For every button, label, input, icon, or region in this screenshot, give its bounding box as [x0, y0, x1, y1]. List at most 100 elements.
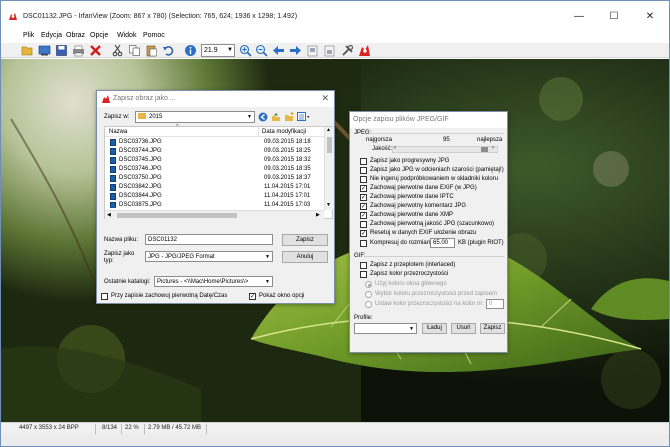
- gif-interlaced-checkbox[interactable]: [360, 262, 367, 269]
- menu-obraz[interactable]: Obraz: [66, 32, 85, 39]
- scroll-thumb[interactable]: [117, 213, 237, 218]
- cancel-button[interactable]: Anuluj: [282, 251, 328, 263]
- jpeg-option-checkbox[interactable]: [360, 176, 367, 183]
- load-profile-button[interactable]: Ładuj: [422, 323, 447, 334]
- close-icon[interactable]: ✕: [321, 93, 329, 104]
- save-icon[interactable]: [55, 44, 68, 57]
- quality-slider-thumb[interactable]: [481, 147, 488, 152]
- radio-color-index[interactable]: [365, 301, 372, 308]
- scroll-thumb[interactable]: [327, 137, 332, 153]
- profile-dropdown[interactable]: ▼: [354, 323, 417, 334]
- slideshow-icon[interactable]: [38, 44, 51, 57]
- jpeg-option-checkbox[interactable]: [360, 158, 367, 165]
- delete-icon[interactable]: [89, 44, 102, 57]
- scroll-up-icon[interactable]: ▲: [326, 127, 331, 133]
- previous-icon[interactable]: [272, 44, 285, 57]
- file-row[interactable]: DSC03746.JPG 09.03.2015 18:35: [105, 165, 332, 174]
- radio-main-window-color-label: Użyj koloru okna głównego: [375, 281, 447, 287]
- file-row[interactable]: DSC03745.JPG 09.03.2015 18:32: [105, 156, 332, 165]
- file-name: DSC03842.JPG: [119, 184, 162, 190]
- settings-icon[interactable]: [341, 44, 354, 57]
- open-folder-icon[interactable]: [21, 44, 34, 57]
- delete-profile-button[interactable]: Usuń: [451, 323, 476, 334]
- save-button[interactable]: Zapisz: [282, 234, 328, 246]
- jpeg-option-checkbox[interactable]: ✓: [360, 194, 367, 201]
- save-profile-button[interactable]: Zapisz: [480, 323, 505, 334]
- menu-pomoc[interactable]: Pomoc: [143, 32, 165, 39]
- file-list[interactable]: Nazwa ^ Data modyfikacji DSC03736.JPG 09.…: [104, 124, 333, 219]
- menu-widok[interactable]: Widok: [117, 32, 136, 39]
- minimize-button[interactable]: —: [566, 8, 592, 26]
- maximize-button[interactable]: ☐: [601, 8, 627, 26]
- jpeg-option-checkbox[interactable]: [360, 221, 367, 228]
- group-divider: [366, 256, 504, 257]
- radio-main-window-color[interactable]: [365, 281, 372, 288]
- vertical-scrollbar[interactable]: ▲ ▼: [324, 127, 333, 210]
- keep-date-checkbox[interactable]: [101, 293, 108, 300]
- slider-left-icon: ‹: [394, 145, 396, 151]
- gif-transparent-checkbox[interactable]: [360, 271, 367, 278]
- file-row[interactable]: DSC03744.JPG 09.03.2015 18:25: [105, 147, 332, 156]
- scroll-down-icon[interactable]: ▼: [326, 202, 331, 208]
- next-icon[interactable]: [289, 44, 302, 57]
- compress-checkbox[interactable]: [360, 240, 367, 247]
- save-in-dropdown[interactable]: 2015 ▼: [135, 111, 255, 123]
- jpeg-option-checkbox[interactable]: ✓: [360, 212, 367, 219]
- file-row[interactable]: DSC03875.JPG 11.04.2015 17:03: [105, 201, 332, 208]
- sort-arrow-icon: ^: [176, 124, 179, 130]
- column-date[interactable]: Data modyfikacji: [262, 129, 306, 135]
- filename-input[interactable]: DSC01132: [145, 234, 273, 245]
- horizontal-scrollbar[interactable]: ◀ ▶: [105, 210, 324, 219]
- jpeg-option-label: Zachowaj pierwotne dane XMP: [370, 212, 454, 218]
- file-row[interactable]: DSC03844.JPG 11.04.2015 17:01: [105, 192, 332, 201]
- group-divider: [370, 133, 504, 134]
- recent-folders-dropdown[interactable]: Pictures - <\\Mac\Home\Pictures\> ▼: [154, 276, 273, 287]
- file-date: 11.04.2015 17:03: [264, 202, 311, 208]
- show-options-label: Pokaż okno opcji: [259, 293, 305, 299]
- paste-icon[interactable]: [145, 44, 158, 57]
- radio-pick-color[interactable]: [365, 291, 372, 298]
- close-button[interactable]: ✕: [637, 8, 663, 26]
- file-row[interactable]: DSC03842.JPG 11.04.2015 17:01: [105, 183, 332, 192]
- file-row[interactable]: DSC03736.JPG 09.03.2015 18:18: [105, 138, 332, 147]
- menu-bar: Plik Edycja Obraz Opcje Widok Pomoc: [1, 31, 669, 43]
- show-options-checkbox[interactable]: ✓: [249, 293, 256, 300]
- back-icon[interactable]: [258, 112, 268, 122]
- jpeg-option-checkbox[interactable]: ✓: [360, 230, 367, 237]
- menu-edycja[interactable]: Edycja: [41, 32, 62, 39]
- scroll-left-icon[interactable]: ◀: [107, 212, 111, 218]
- last-page-icon[interactable]: [323, 44, 336, 57]
- view-menu-icon[interactable]: [297, 112, 310, 122]
- scroll-right-icon[interactable]: ▶: [316, 212, 320, 218]
- first-page-icon[interactable]: [306, 44, 319, 57]
- new-folder-icon[interactable]: [284, 112, 294, 122]
- jpeg-option-checkbox[interactable]: ✓: [360, 203, 367, 210]
- chevron-down-icon: ▼: [265, 279, 270, 285]
- cut-icon[interactable]: [111, 44, 124, 57]
- irfanview-logo-icon[interactable]: [358, 44, 371, 57]
- zoom-out-icon[interactable]: [255, 44, 268, 57]
- jpeg-option-checkbox[interactable]: ✓: [360, 185, 367, 192]
- image-file-icon: [110, 175, 116, 182]
- quality-slider[interactable]: ‹ ›: [392, 145, 498, 153]
- column-name[interactable]: Nazwa: [109, 129, 127, 135]
- info-icon[interactable]: [184, 44, 197, 57]
- image-file-icon: [110, 166, 116, 173]
- menu-opcje[interactable]: Opcje: [90, 32, 108, 39]
- file-row[interactable]: DSC03750.JPG 09.03.2015 18:37: [105, 174, 332, 183]
- color-index-input[interactable]: 0: [486, 299, 504, 309]
- file-name: DSC03746.JPG: [119, 166, 162, 172]
- file-name: DSC03875.JPG: [119, 202, 162, 208]
- jpeg-option-checkbox[interactable]: [360, 167, 367, 174]
- zoom-combobox[interactable]: 21.9 ▼: [201, 44, 235, 57]
- file-type-dropdown[interactable]: JPG - JPG/JPEG Format ▼: [145, 251, 273, 262]
- compress-size-input[interactable]: 65.00: [430, 238, 455, 248]
- up-folder-icon[interactable]: [271, 112, 281, 122]
- jpeg-option-label: Resetuj w danych EXIF ułożenie obrazu: [370, 230, 477, 236]
- print-icon[interactable]: [72, 44, 85, 57]
- menu-plik[interactable]: Plik: [23, 32, 34, 39]
- zoom-in-icon[interactable]: [239, 44, 252, 57]
- chevron-down-icon: ▼: [409, 326, 414, 332]
- copy-icon[interactable]: [128, 44, 141, 57]
- undo-icon[interactable]: [162, 44, 175, 57]
